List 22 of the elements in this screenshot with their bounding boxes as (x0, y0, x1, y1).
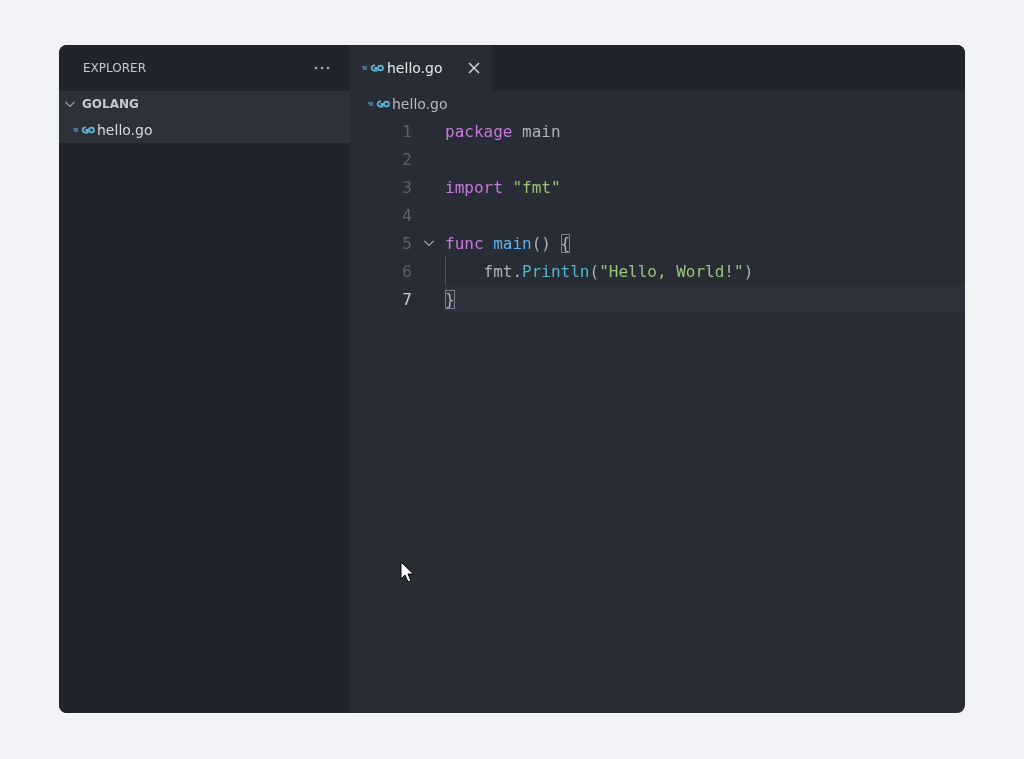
breadcrumb[interactable]: hello.go (392, 96, 448, 112)
code-line: func main() { (445, 232, 572, 255)
line-number: 6 (401, 261, 412, 281)
go-file-icon (368, 99, 390, 109)
explorer-title: EXPLORER (83, 61, 146, 75)
file-item[interactable]: hello.go (59, 117, 350, 143)
go-file-icon (73, 125, 95, 135)
code-line: package main (445, 120, 562, 143)
code-line: fmt.Println("Hello, World!") (445, 257, 965, 285)
editor-tab[interactable]: hello.go (350, 45, 492, 91)
go-file-icon (362, 63, 384, 73)
close-icon[interactable] (467, 62, 480, 74)
line-number: 2 (401, 149, 412, 169)
code-line: import "fmt" (445, 176, 562, 199)
more-icon[interactable] (314, 66, 330, 70)
line-number: 3 (401, 177, 412, 197)
line-number: 1 (401, 121, 412, 141)
mouse-pointer-icon (400, 561, 414, 583)
line-number: 7 (401, 289, 412, 309)
line-number: 4 (401, 205, 412, 225)
folder-row[interactable]: GOLANG (59, 91, 350, 117)
line-number: 5 (401, 233, 412, 253)
